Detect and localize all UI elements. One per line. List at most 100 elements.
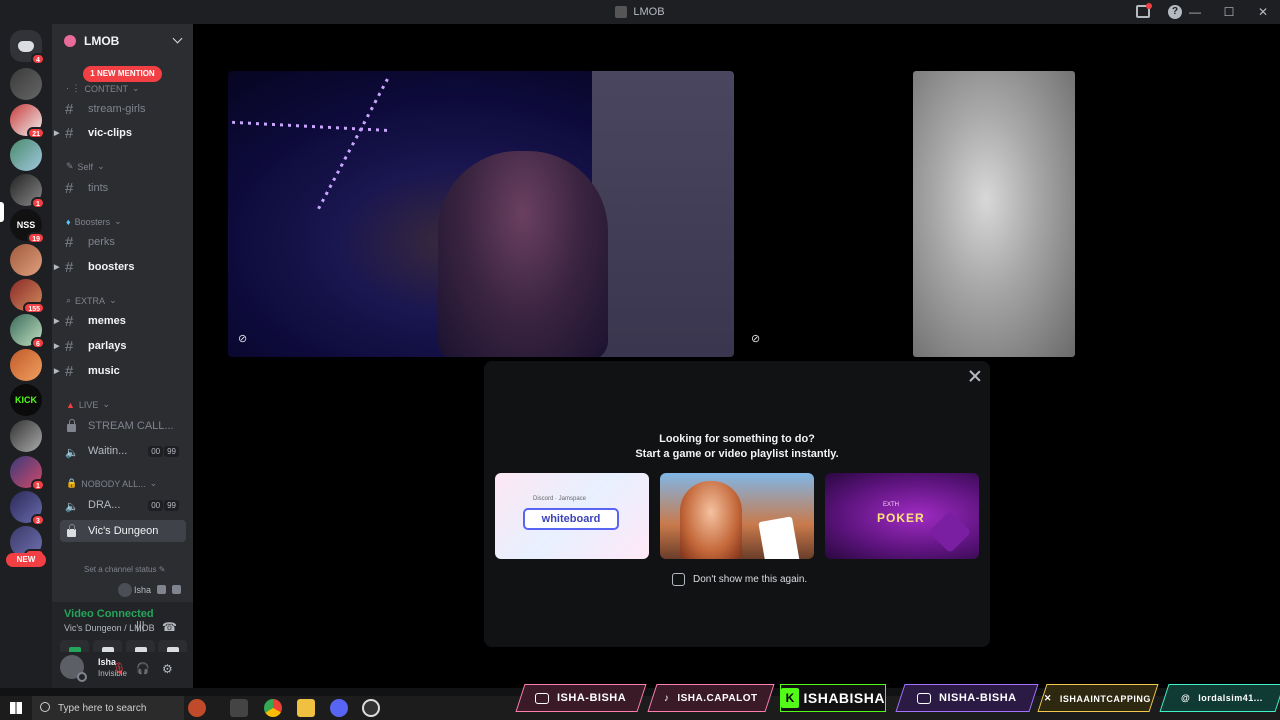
- connection-status[interactable]: Video Connected: [64, 608, 154, 620]
- user-panel: Isha Invisible 🎙 🎧 ⚙: [52, 652, 193, 688]
- channel-dra[interactable]: 🔈 DRA... 00 99: [52, 494, 193, 516]
- noise-suppression-icon[interactable]: |||: [136, 620, 150, 632]
- chevron-down-icon: ⌄: [114, 216, 122, 226]
- youtube-handle: ISHA-BISHA: [515, 684, 647, 712]
- notification-badge: 3: [31, 514, 45, 526]
- notification-badge: 1: [31, 479, 45, 491]
- playing-card-icon: [758, 516, 800, 559]
- discord-handle: NISHA-BISHA: [895, 684, 1039, 712]
- close-window-icon[interactable]: ✕: [1246, 5, 1280, 19]
- server-icon[interactable]: [10, 139, 42, 171]
- channel-music[interactable]: ▶ # music: [52, 360, 193, 382]
- siren-icon: ▲: [66, 399, 75, 410]
- maximize-icon[interactable]: ☐: [1212, 5, 1246, 19]
- video-background: [315, 78, 389, 213]
- text-channel-icon: #: [65, 100, 74, 118]
- channel-boosters[interactable]: ▶ # boosters: [52, 256, 193, 278]
- channel-vics-dungeon[interactable]: Vic's Dungeon: [60, 520, 186, 542]
- server-icon[interactable]: [10, 349, 42, 381]
- server-icon[interactable]: 155: [10, 279, 45, 314]
- server-header[interactable]: LMOB: [52, 24, 193, 58]
- tiktok-handle: ♪ ISHA.CAPALOT: [647, 684, 775, 712]
- speaker-icon: 🔈: [65, 501, 79, 513]
- text-channel-icon: #: [65, 179, 74, 197]
- category-nobody[interactable]: 🔒 NOBODY ALL... ⌄: [66, 478, 157, 489]
- text-channel-icon: #: [65, 362, 74, 380]
- close-icon[interactable]: [968, 369, 982, 383]
- activity-brand: Discord · Jamspace: [533, 496, 587, 502]
- minimize-icon[interactable]: —: [1178, 5, 1212, 19]
- category-content[interactable]: · ⋮ CONTENT ⌄: [66, 83, 140, 94]
- category-boosters[interactable]: ♦ Boosters ⌄: [66, 216, 122, 227]
- text-channel-icon: #: [65, 258, 74, 276]
- channel-stream-call[interactable]: STREAM CALL...: [52, 415, 193, 437]
- category-extra[interactable]: ⌕ EXTRA ⌄: [66, 295, 117, 306]
- dont-show-again[interactable]: Don't show me this again.: [672, 573, 807, 586]
- activity-card-game[interactable]: [660, 473, 814, 559]
- server-icon[interactable]: 1: [10, 174, 45, 209]
- channel-tints[interactable]: # tints: [52, 177, 193, 199]
- channel-waiting[interactable]: 🔈 Waitin... 00 99: [52, 440, 193, 462]
- kick-handle: K ISHABISHA: [780, 684, 886, 712]
- server-list: 4 21 1 NSS 19 155 6 KICK 1 3 115 NEW: [0, 24, 52, 688]
- channel-vic-clips[interactable]: ▶ # vic-clips: [52, 122, 193, 144]
- tiktok-icon: ♪: [664, 692, 670, 704]
- youtube-icon: [535, 692, 550, 704]
- search-icon: ⌕: [66, 295, 72, 305]
- server-icon-kick[interactable]: KICK: [10, 384, 42, 416]
- server-icon-nss[interactable]: NSS 19: [10, 209, 45, 244]
- mic-muted-icon: ⊘: [751, 333, 761, 345]
- new-mention-pill[interactable]: 1 NEW MENTION: [83, 66, 162, 82]
- inbox-icon[interactable]: [1136, 3, 1152, 18]
- activity-card-poker[interactable]: EXTH POKER: [825, 473, 979, 559]
- server-icon[interactable]: 1: [10, 456, 45, 491]
- server-icon[interactable]: [10, 244, 42, 276]
- video-tile-secondary[interactable]: [913, 71, 1075, 357]
- server-icon[interactable]: 3: [10, 491, 45, 526]
- x-handle: ✕ ISHAAINTCAPPING: [1037, 684, 1159, 712]
- server-icon[interactable]: 6: [10, 314, 45, 349]
- user-limit: 00 99: [148, 499, 179, 511]
- gear-icon[interactable]: ⚙: [162, 662, 174, 676]
- category-self[interactable]: ✎ Self ⌄: [66, 161, 105, 172]
- checkbox[interactable]: [672, 573, 685, 586]
- window-title: LMOB: [633, 6, 665, 18]
- channel-memes[interactable]: ▶ # memes: [52, 310, 193, 332]
- discord-logo-icon: [18, 40, 34, 52]
- server-icon[interactable]: 21: [10, 104, 45, 139]
- chevron-down-icon: ⌄: [102, 399, 110, 409]
- user-limit: 00 99: [148, 445, 179, 457]
- channel-stream-girls[interactable]: # stream-girls: [52, 98, 193, 120]
- text-channel-icon: #: [65, 337, 74, 355]
- activity-card-whiteboard[interactable]: Discord · Jamspace whiteboard: [495, 473, 649, 559]
- gem-icon: ♦: [66, 216, 71, 227]
- channel-perks[interactable]: # perks: [52, 231, 193, 253]
- video-participant-feed: [438, 151, 608, 357]
- activity-title: whiteboard: [523, 508, 619, 530]
- stream-social-overlay: ISHA-BISHA ♪ ISHA.CAPALOT K ISHABISHA NISH…: [0, 684, 1280, 720]
- game-character-illustration: [680, 481, 742, 559]
- channel-parlays[interactable]: ▶ # parlays: [52, 335, 193, 357]
- mic-muted-icon: ⊘: [238, 333, 248, 345]
- new-unreads-pill[interactable]: NEW: [6, 553, 46, 567]
- chevron-down-icon: ⌄: [149, 478, 158, 488]
- activity-suggestion-modal: Looking for something to do? Start a gam…: [484, 361, 990, 647]
- mic-muted-icon[interactable]: 🎙: [112, 662, 126, 675]
- lock-icon: [67, 524, 76, 537]
- disconnect-icon[interactable]: ☎: [162, 620, 177, 634]
- caret-right-icon: ▶: [54, 130, 60, 137]
- server-icon[interactable]: [10, 420, 42, 452]
- notification-badge: 19: [27, 232, 45, 244]
- server-icon[interactable]: [10, 68, 42, 100]
- chevron-down-icon: ⌄: [109, 295, 117, 305]
- x-icon: ✕: [1044, 692, 1053, 703]
- headphones-icon[interactable]: 🎧: [136, 662, 150, 675]
- participant-state-icons: [157, 585, 181, 594]
- video-tile-main[interactable]: [228, 71, 734, 357]
- discord-home-button[interactable]: 4: [10, 30, 45, 65]
- video-background: [592, 71, 734, 357]
- category-live[interactable]: ▲ LIVE ⌄: [66, 399, 110, 410]
- set-channel-status[interactable]: Set a channel status ✎: [84, 565, 165, 574]
- voice-participant[interactable]: Isha: [118, 583, 151, 597]
- lock-icon: 🔒: [66, 478, 78, 488]
